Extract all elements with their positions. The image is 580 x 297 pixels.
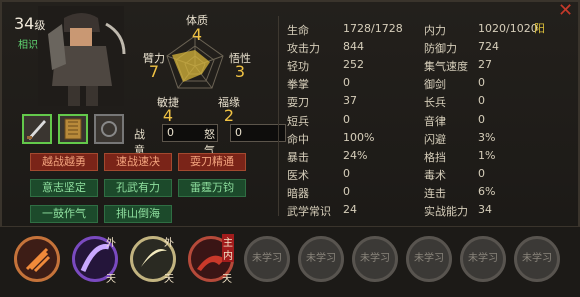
trait-button[interactable]: 孔武有力 (104, 179, 172, 197)
stat-value: 1728/1728 (343, 22, 403, 35)
locked-skill-slot[interactable]: 未学习 (406, 236, 452, 282)
trait-button[interactable]: 越战越勇 (30, 153, 98, 171)
level-unit: 级 (34, 19, 46, 32)
nei-tag: 内 (222, 247, 234, 262)
stat-value: 844 (343, 40, 364, 54)
stat-value: 0 (343, 184, 350, 198)
attribute-radar: 体质 4 悟性 3 福缘 2 敏捷 4 臂力 7 (120, 8, 270, 125)
trait-button[interactable]: 一鼓作气 (30, 205, 98, 223)
stat-label: 音律 (424, 114, 446, 128)
attr-minjie-value: 4 (162, 106, 174, 125)
stat-value: 24 (343, 203, 357, 216)
stat-label: 暴击 (287, 150, 309, 164)
empty-slot-icon (101, 121, 117, 137)
locked-skill-slot[interactable]: 未学习 (244, 236, 290, 282)
close-icon[interactable]: ✕ (558, 2, 574, 20)
locked-skill-slot[interactable]: 未学习 (514, 236, 560, 282)
stat-label: 耍刀 (287, 96, 309, 110)
blade-icon (27, 120, 46, 140)
armor-icon (64, 118, 82, 140)
level-display: 34级 (14, 14, 45, 33)
stat-value: 0 (478, 94, 485, 108)
locked-skill-slot[interactable]: 未学习 (352, 236, 398, 282)
weapon-slot[interactable] (22, 114, 52, 144)
level-value: 34 (14, 14, 35, 33)
stat-value: 100% (343, 130, 375, 144)
stat-value: 252 (343, 58, 364, 72)
stat-label: 格挡 (424, 150, 446, 164)
stat-label: 连击 (424, 186, 446, 200)
stat-label: 命中 (287, 132, 309, 146)
attr-tizhi-value: 4 (191, 25, 203, 44)
armor-slot[interactable] (58, 114, 88, 144)
relation-label: 相识 (18, 40, 38, 51)
stat-label: 轻功 (287, 60, 309, 74)
tian-tag: 天 (222, 274, 232, 285)
stat-value: 0 (343, 166, 350, 180)
stat-label: 暗器 (287, 186, 309, 200)
stat-value: 0 (478, 76, 485, 90)
stat-value: 0 (343, 112, 350, 126)
trait-button[interactable]: 耍刀精通 (178, 153, 246, 171)
stat-value: 6% (478, 184, 496, 198)
stat-label: 生命 (287, 24, 309, 37)
stat-value: 724 (478, 40, 499, 54)
stat-value: 1020/1020 (478, 22, 538, 35)
stat-label: 武学常识 (287, 205, 331, 218)
locked-skill-slot[interactable]: 未学习 (460, 236, 506, 282)
stat-value: 27 (478, 58, 492, 72)
stat-label: 御剑 (424, 78, 446, 92)
claw-skill-icon (25, 247, 51, 273)
wai-tag: 外 (106, 238, 116, 249)
stat-value: 37 (343, 94, 357, 108)
trait-button[interactable]: 意志坚定 (30, 179, 98, 197)
stat-value: 3% (478, 130, 496, 144)
stat-value: 34 (478, 203, 492, 216)
attr-wuxing-value: 3 (234, 62, 246, 81)
locked-skill-slot[interactable]: 未学习 (298, 236, 344, 282)
stat-label: 医术 (287, 168, 309, 182)
stat-label: 实战能力 (424, 205, 468, 218)
skill-slot[interactable] (14, 236, 60, 282)
stat-label: 集气速度 (424, 60, 468, 74)
stat-label: 防御力 (424, 42, 457, 56)
stat-label: 毒术 (424, 168, 446, 182)
attr-bili-value: 7 (148, 62, 160, 81)
accessory-slot[interactable] (94, 114, 124, 144)
stat-value: 0 (478, 166, 485, 180)
trait-button[interactable]: 排山倒海 (104, 205, 172, 223)
stat-value: 0 (478, 112, 485, 126)
stat-label: 拳掌 (287, 78, 309, 92)
stat-value: 0 (343, 76, 350, 90)
stat-label: 攻击力 (287, 42, 320, 56)
stat-value: 1% (478, 148, 496, 162)
yang-tag: 阳 (534, 22, 545, 35)
stat-label: 内力 (424, 24, 446, 37)
stat-label: 闪避 (424, 132, 446, 146)
divider (278, 16, 279, 216)
trait-button[interactable]: 速战速决 (104, 153, 172, 171)
tian-tag: 天 (106, 274, 116, 285)
stat-label: 短兵 (287, 114, 309, 128)
stat-value: 24% (343, 148, 368, 162)
attr-fuyuan-value: 2 (223, 106, 235, 125)
wai-tag: 外 (164, 238, 174, 249)
tian-tag: 天 (164, 274, 174, 285)
trait-button[interactable]: 雷霆万钧 (178, 179, 246, 197)
stat-label: 长兵 (424, 96, 446, 110)
